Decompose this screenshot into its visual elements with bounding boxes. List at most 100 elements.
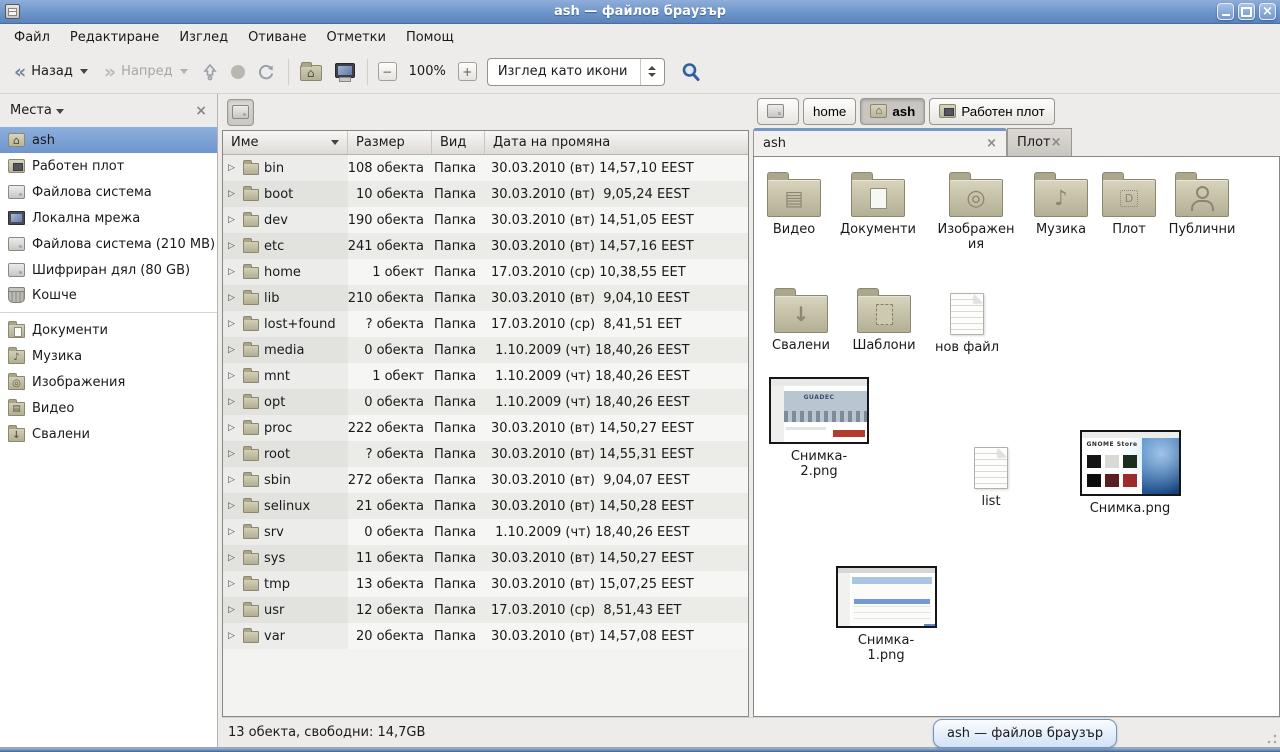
zoom-in-button[interactable]: + <box>458 62 477 81</box>
table-row[interactable]: etc 241 обекта Папка 30.03.2010 (вт) 14,… <box>223 233 748 259</box>
taskbar-window-button[interactable]: ash — файлов браузър <box>933 719 1117 748</box>
up-button[interactable] <box>198 60 222 84</box>
minimize-button[interactable] <box>1217 3 1234 20</box>
sidebar-item[interactable]: Изображения <box>0 369 217 395</box>
close-tab-icon[interactable] <box>986 136 997 151</box>
close-button[interactable]: × <box>1259 3 1276 20</box>
sidebar-close-icon[interactable]: × <box>195 103 207 119</box>
icon-view-item[interactable]: Свалени <box>757 287 845 353</box>
icon-view-item[interactable]: Документи <box>834 171 922 237</box>
table-row[interactable]: srv 0 обекта Папка 1.10.2009 (чт) 18,40,… <box>223 519 748 545</box>
table-row[interactable]: root ? обекта Папка 30.03.2010 (вт) 14,5… <box>223 441 748 467</box>
menu-item[interactable]: Изглед <box>169 24 238 50</box>
expander-icon[interactable] <box>228 267 238 277</box>
icon-view-item[interactable]: Снимка-1.png <box>842 566 930 663</box>
stop-button[interactable] <box>226 60 250 84</box>
menu-item[interactable]: Файл <box>4 24 60 50</box>
icon-view-item[interactable]: list <box>947 443 1035 509</box>
sidebar-item[interactable]: Документи <box>0 317 217 343</box>
zoom-out-button[interactable]: − <box>378 62 397 81</box>
menu-item[interactable]: Помощ <box>396 24 464 50</box>
column-header-name[interactable]: Име <box>223 131 348 154</box>
table-row[interactable]: home 1 обект Папка 17.03.2010 (ср) 10,38… <box>223 259 748 285</box>
resize-grip-icon[interactable] <box>1266 733 1278 745</box>
icon-view-item[interactable]: GUADEC Снимка-2.png <box>775 377 863 479</box>
expander-icon[interactable] <box>228 475 238 485</box>
sidebar-item[interactable]: Видео <box>0 395 217 421</box>
expander-icon[interactable] <box>228 397 238 407</box>
expander-icon[interactable] <box>228 241 238 251</box>
sidebar-item[interactable]: Файлова система <box>0 179 217 205</box>
expander-icon[interactable] <box>228 501 238 511</box>
expander-icon[interactable] <box>228 553 238 563</box>
expander-icon[interactable] <box>228 345 238 355</box>
close-tab-icon[interactable] <box>1051 135 1062 150</box>
sidebar-mode-select[interactable]: Места <box>10 103 64 118</box>
expander-icon[interactable] <box>228 631 238 641</box>
expander-icon[interactable] <box>228 371 238 381</box>
expander-icon[interactable] <box>228 423 238 433</box>
sidebar-item[interactable]: Файлова система (210 MB) <box>0 231 217 257</box>
expander-icon[interactable] <box>228 605 238 615</box>
table-row[interactable]: mnt 1 обект Папка 1.10.2009 (чт) 18,40,2… <box>223 363 748 389</box>
table-row[interactable]: usr 12 обекта Папка 17.03.2010 (ср) 8,51… <box>223 597 748 623</box>
menu-item[interactable]: Отиване <box>238 24 316 50</box>
table-row[interactable]: lib 210 обекта Папка 30.03.2010 (вт) 9,0… <box>223 285 748 311</box>
view-mode-select[interactable]: Изглед като икони <box>487 58 665 86</box>
breadcrumb-button[interactable]: home <box>803 98 856 125</box>
table-row[interactable]: selinux 21 обекта Папка 30.03.2010 (вт) … <box>223 493 748 519</box>
expander-icon[interactable] <box>228 163 238 173</box>
expander-icon[interactable] <box>228 579 238 589</box>
table-row[interactable]: dev 190 обекта Папка 30.03.2010 (вт) 14,… <box>223 207 748 233</box>
sidebar-item[interactable]: Свалени <box>0 421 217 447</box>
icon-view-item[interactable]: Публични <box>1158 171 1246 237</box>
table-row[interactable]: proc 222 обекта Папка 30.03.2010 (вт) 14… <box>223 415 748 441</box>
search-button[interactable] <box>679 60 703 84</box>
sidebar-item[interactable]: Кошче <box>0 283 217 313</box>
icon-view-item[interactable]: Шаблони <box>840 287 928 353</box>
menu-item[interactable]: Редактиране <box>60 24 169 50</box>
breadcrumb-button[interactable]: ash <box>860 98 925 125</box>
sidebar-item[interactable]: ash <box>0 127 217 153</box>
column-header-date[interactable]: Дата на промяна <box>485 131 748 154</box>
table-row[interactable]: opt 0 обекта Папка 1.10.2009 (чт) 18,40,… <box>223 389 748 415</box>
breadcrumb-button[interactable] <box>757 98 799 125</box>
icon-view-item[interactable]: нов файл <box>923 289 1011 355</box>
sidebar-item[interactable]: Работен плот <box>0 153 217 179</box>
icon-view-item[interactable]: Изображения <box>932 171 1020 252</box>
sidebar-item[interactable]: Шифриран дял (80 GB) <box>0 257 217 283</box>
table-row[interactable]: tmp 13 обекта Папка 30.03.2010 (вт) 15,0… <box>223 571 748 597</box>
expander-icon[interactable] <box>228 319 238 329</box>
column-header-type[interactable]: Вид <box>432 131 485 154</box>
sidebar-item[interactable]: Музика <box>0 343 217 369</box>
expander-icon[interactable] <box>228 189 238 199</box>
table-row[interactable]: bin 108 обекта Папка 30.03.2010 (вт) 14,… <box>223 155 748 181</box>
table-row[interactable]: sbin 272 обекта Папка 30.03.2010 (вт) 9,… <box>223 467 748 493</box>
tab[interactable]: ash <box>753 128 1007 156</box>
tab[interactable]: Плот <box>1007 128 1072 156</box>
home-button[interactable] <box>299 60 323 84</box>
computer-button[interactable] <box>333 60 357 84</box>
expander-icon[interactable] <box>228 293 238 303</box>
column-header-size[interactable]: Размер <box>348 131 432 154</box>
forward-button[interactable]: » Напред <box>98 60 194 83</box>
reload-button[interactable] <box>254 60 278 84</box>
back-dropdown-icon[interactable] <box>80 69 88 74</box>
menu-item[interactable]: Отметки <box>316 24 395 50</box>
table-row[interactable]: lost+found ? обекта Папка 17.03.2010 (ср… <box>223 311 748 337</box>
icon-view-item[interactable]: GNOME Store Снимка.png <box>1086 430 1174 516</box>
breadcrumb-button[interactable]: Работен плот <box>929 98 1054 125</box>
expander-icon[interactable] <box>228 449 238 459</box>
folder-icon <box>243 449 259 461</box>
table-row[interactable]: var 20 обекта Папка 30.03.2010 (вт) 14,5… <box>223 623 748 649</box>
expander-icon[interactable] <box>228 215 238 225</box>
table-row[interactable]: boot 10 обекта Папка 30.03.2010 (вт) 9,0… <box>223 181 748 207</box>
back-button[interactable]: « Назад <box>8 60 94 83</box>
sidebar-item[interactable]: Локална мрежа <box>0 205 217 231</box>
table-row[interactable]: media 0 обекта Папка 1.10.2009 (чт) 18,4… <box>223 337 748 363</box>
icon-view-item[interactable]: Видео <box>753 171 838 237</box>
expander-icon[interactable] <box>228 527 238 537</box>
filesystem-location-button[interactable] <box>227 99 254 126</box>
maximize-button[interactable] <box>1238 3 1255 20</box>
table-row[interactable]: sys 11 обекта Папка 30.03.2010 (вт) 14,5… <box>223 545 748 571</box>
